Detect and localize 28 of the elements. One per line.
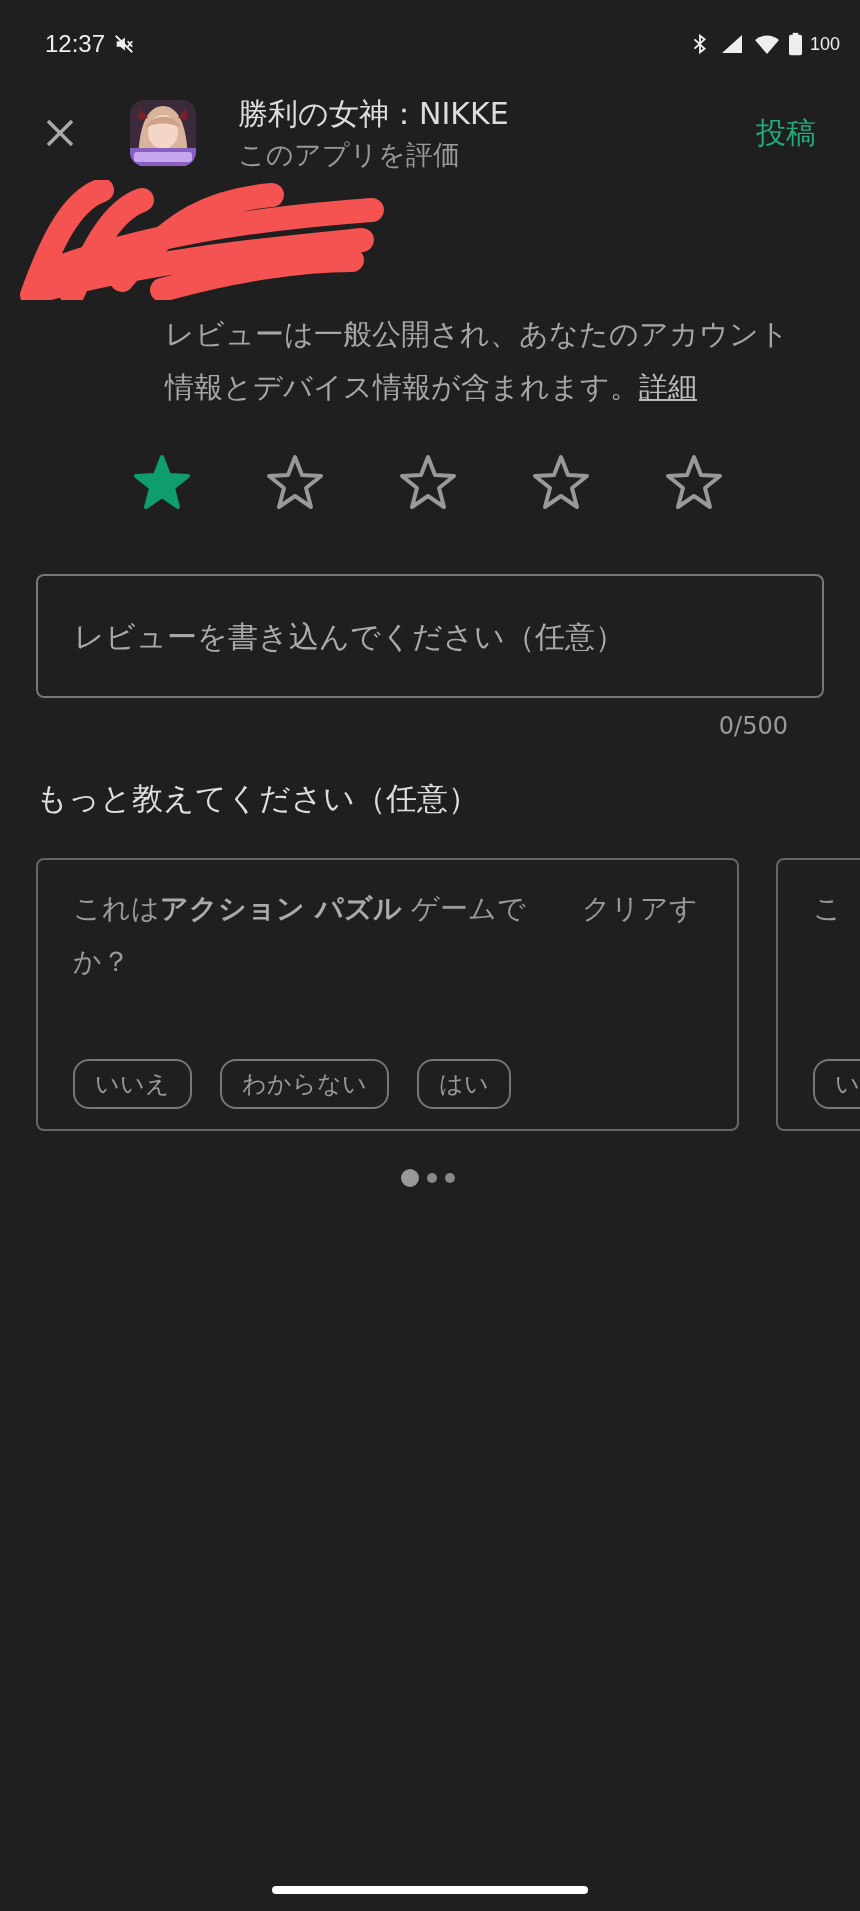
details-link[interactable]: 詳細	[639, 370, 697, 404]
star-icon[interactable]	[133, 454, 191, 510]
mute-icon	[113, 33, 136, 55]
answer-chip[interactable]: いいえ	[73, 1059, 192, 1109]
answer-chip[interactable]: い	[813, 1059, 860, 1109]
question-text: これはアクション パズル ゲームで クリアすか？	[73, 891, 699, 980]
star-icon[interactable]	[532, 454, 590, 510]
pager-dot[interactable]	[400, 1169, 419, 1187]
star-icon[interactable]	[399, 454, 457, 510]
privacy-notice: レビューは一般公開され、あなたのアカウント情報とデバイス情報が含まれます。詳細	[165, 316, 790, 406]
pager-dot[interactable]	[444, 1173, 455, 1183]
review-input-field[interactable]: レビューを書き込んでください（任意）	[36, 574, 824, 698]
close-icon[interactable]	[45, 118, 75, 148]
app-subtitle: このアプリを評価	[238, 138, 461, 172]
app-title: 勝利の女神：NIKKE	[238, 95, 510, 133]
wifi-icon	[752, 32, 781, 56]
star-icon[interactable]	[665, 454, 723, 510]
battery-icon	[788, 32, 802, 56]
star-icon[interactable]	[266, 454, 324, 510]
question-text: こ	[813, 891, 843, 927]
section-heading: もっと教えてください（任意）	[36, 779, 480, 818]
post-button[interactable]: 投稿	[748, 108, 824, 158]
pager-dot[interactable]	[426, 1173, 437, 1183]
answer-chip[interactable]: はい	[417, 1059, 511, 1109]
battery-level: 100	[809, 33, 840, 55]
character-counter: 0/500	[718, 712, 788, 740]
status-time: 12:37	[45, 30, 106, 58]
answer-chip[interactable]: わからない	[220, 1059, 389, 1109]
